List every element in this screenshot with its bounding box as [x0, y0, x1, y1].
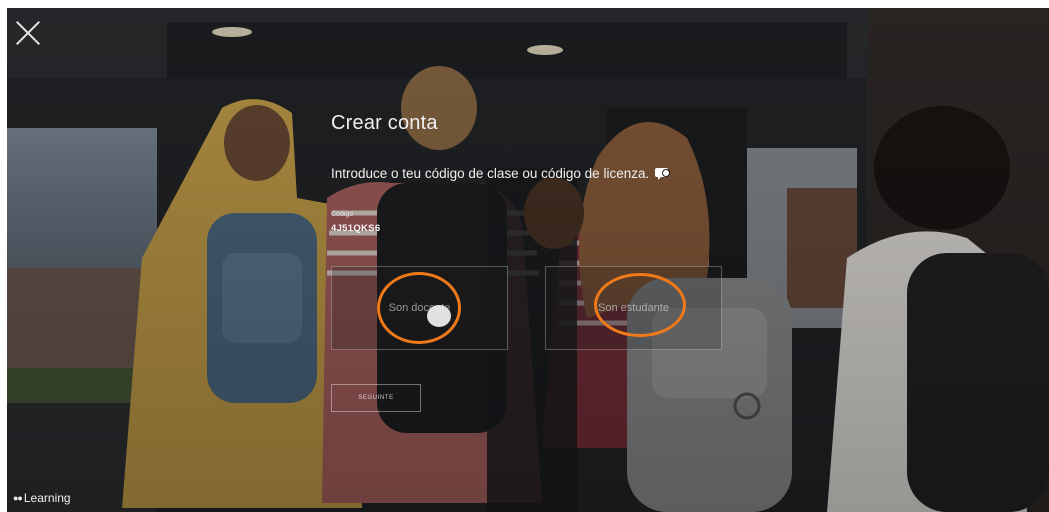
create-account-overlay: Crear conta Introduce o teu código de cl… — [7, 8, 1049, 512]
chat-help-icon[interactable] — [655, 167, 671, 181]
teacher-annotation-circle — [377, 272, 461, 344]
page-title: Crear conta — [331, 112, 438, 134]
close-icon[interactable] — [15, 20, 41, 46]
code-prompt: Introduce o teu código de clase ou códig… — [331, 166, 671, 181]
logo-text: Learning — [23, 491, 71, 505]
logo-dots-icon: ●● — [13, 493, 23, 503]
next-button-label: SEGUINTE — [358, 395, 394, 401]
next-button[interactable]: SEGUINTE — [331, 384, 421, 412]
code-field-label: Código — [331, 211, 354, 218]
code-field-value[interactable]: 4J51QKS6 — [331, 223, 380, 234]
mouse-cursor — [427, 305, 451, 327]
app-frame: Crear conta Introduce o teu código de cl… — [7, 8, 1049, 512]
code-prompt-text: Introduce o teu código de clase ou códig… — [331, 166, 650, 181]
student-annotation-circle — [594, 273, 686, 337]
brand-logo: ●● Learning — [13, 491, 71, 505]
